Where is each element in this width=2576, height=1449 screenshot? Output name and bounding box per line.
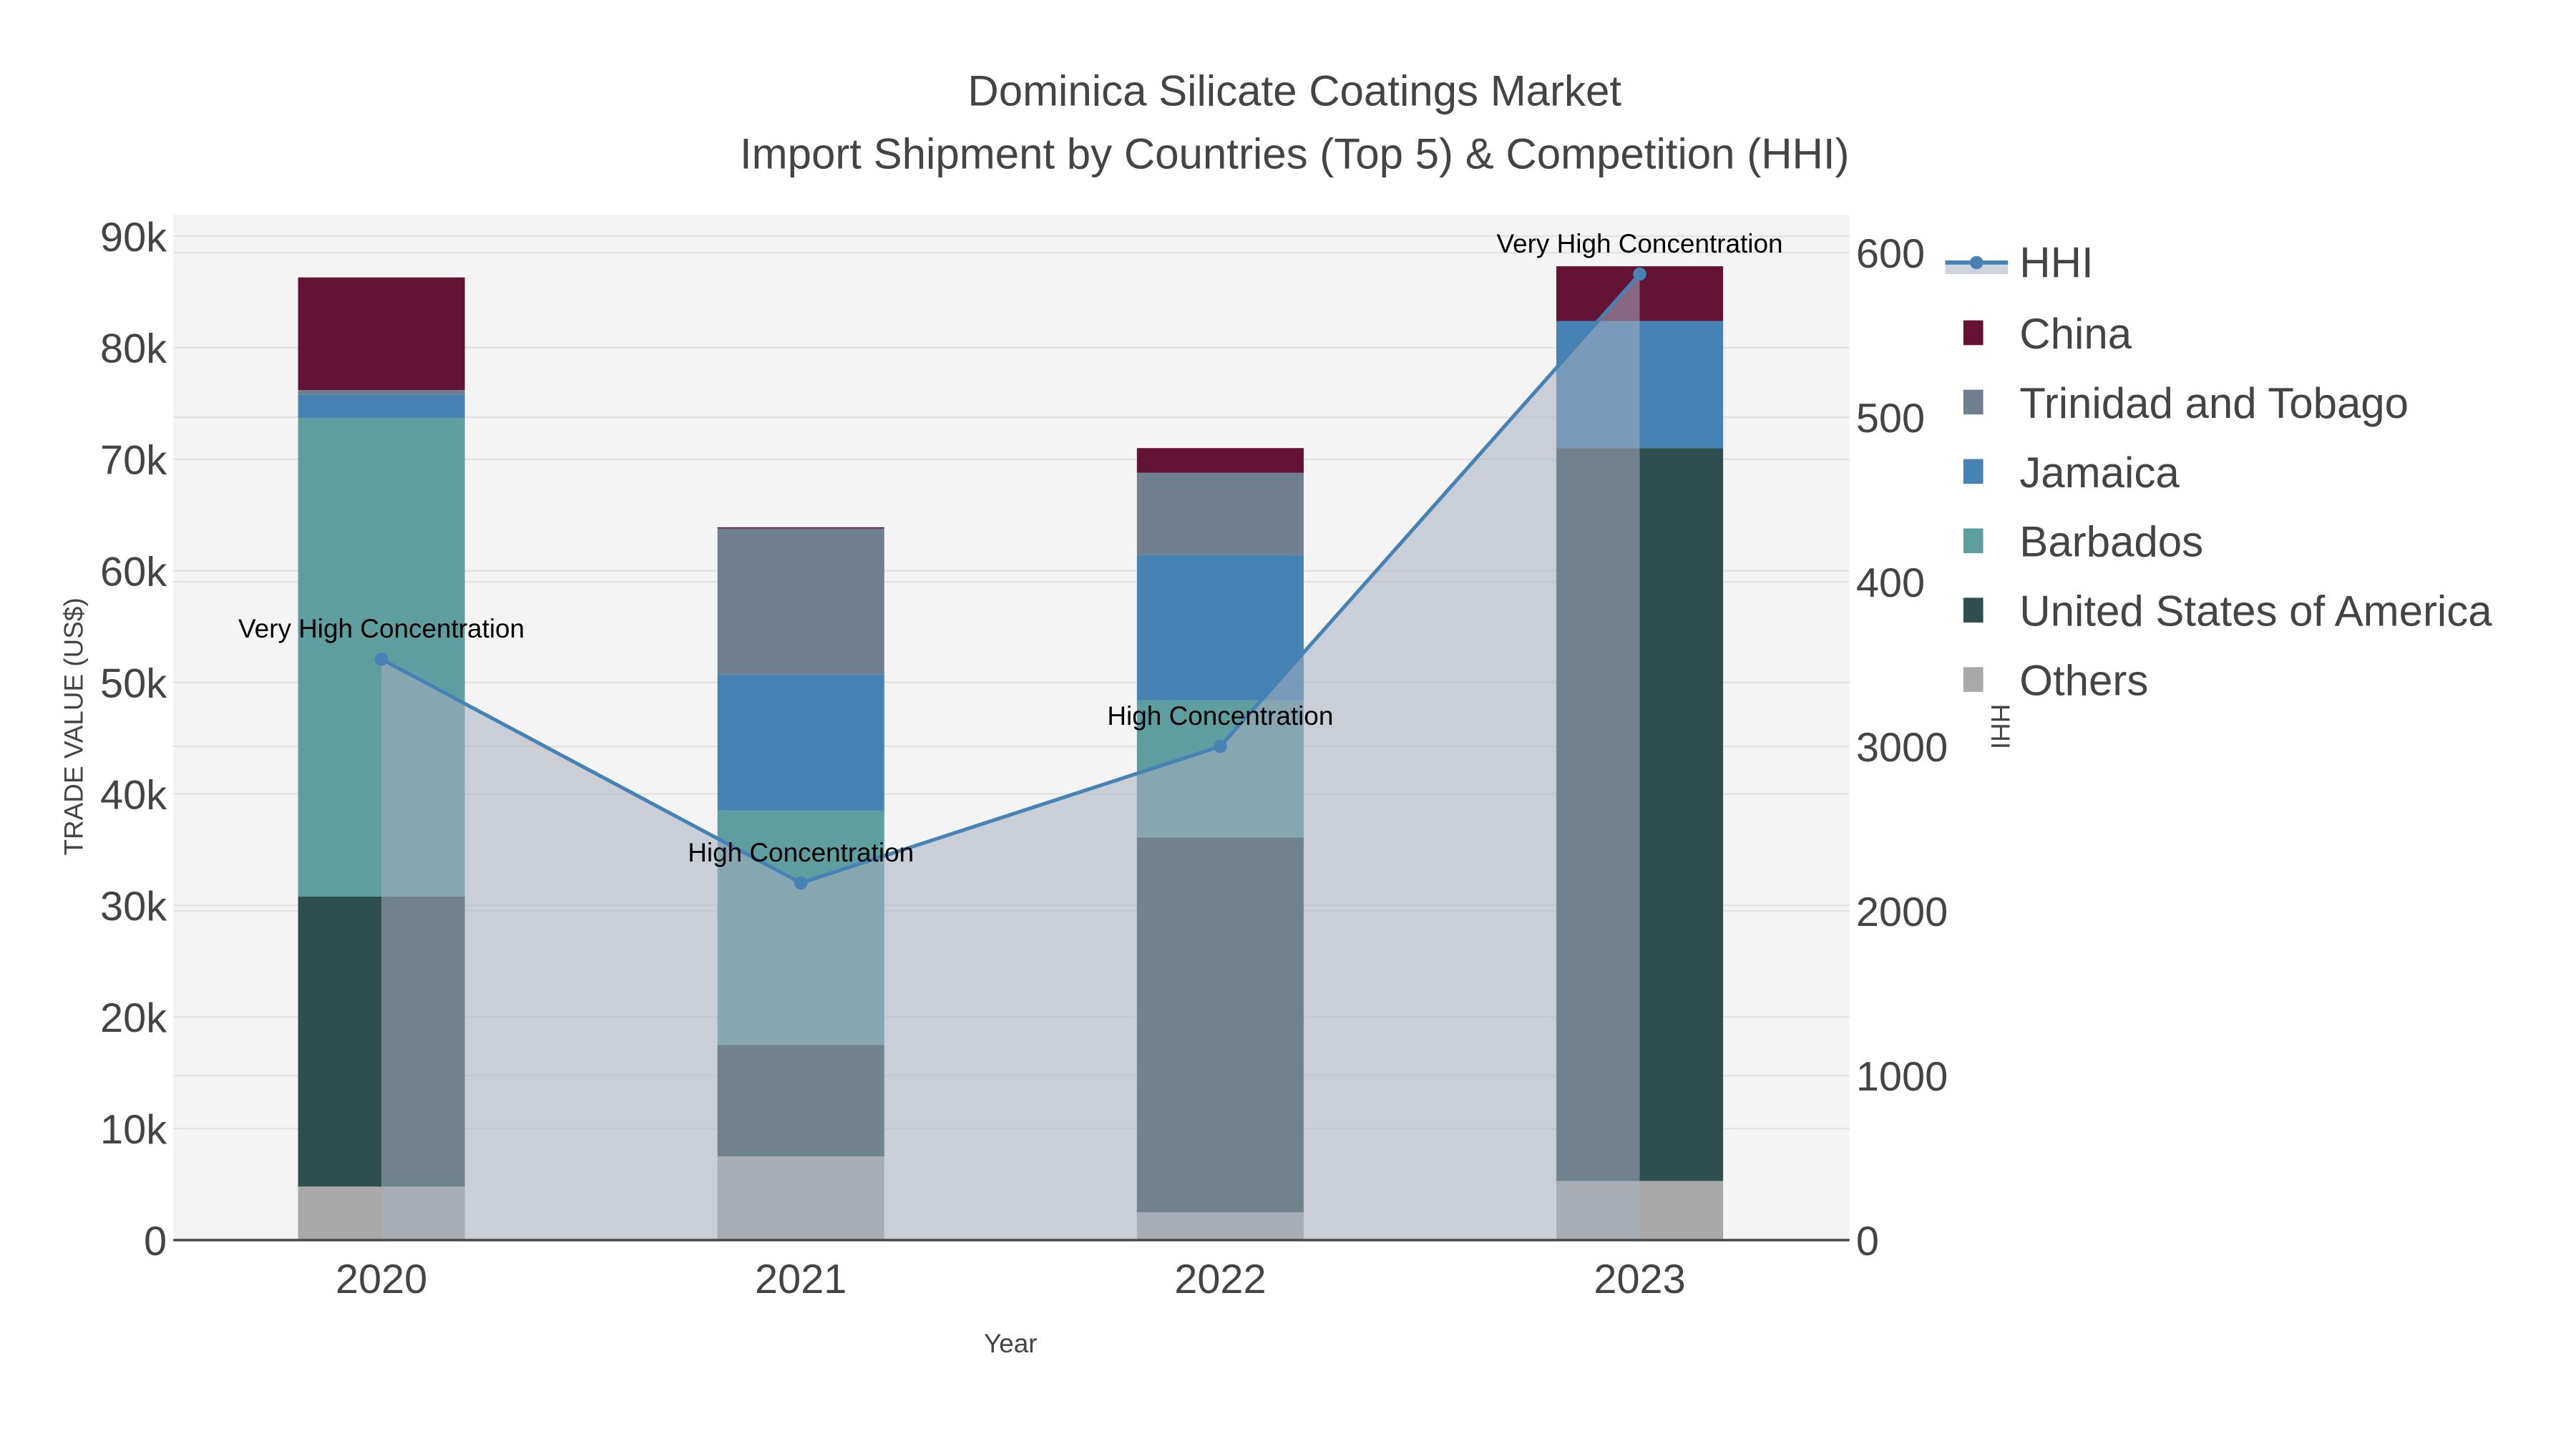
chart-title: Dominica Silicate Coatings Market [967,67,1621,115]
y-tick-label: 30k [100,884,167,930]
y-axis-ticks: 0 10k 20k 30k 40k 50k 60k 70k 80k 90k [100,215,167,1264]
legend-hhi-marker [1970,255,1984,270]
y2-tick-label: 3000 [1856,725,1948,771]
x-axis-ticks: 2020 2021 2022 2023 [336,1257,1686,1302]
y2-tick-label: 500 [1856,396,1925,441]
hhi-point [374,652,389,666]
hhi-annotation: Very High Concentration [238,614,525,643]
y-tick-label: 10k [100,1107,167,1153]
hhi-point [794,876,808,890]
chart-subtitle: Import Shipment by Countries (Top 5) & C… [740,130,1850,177]
bar-trinidad-and-tobago [717,528,884,675]
legend-label: Others [2019,657,2148,705]
x-tick-label: 2023 [1594,1257,1685,1302]
bar-china [1136,448,1304,473]
hhi-point [1214,739,1227,753]
legend-label: China [2019,310,2132,358]
bar-jamaica [717,674,884,811]
x-tick-label: 2022 [1174,1257,1266,1302]
bar-jamaica [298,394,465,419]
legend-swatch-jamaica [1963,459,1984,484]
legend-label: HHI [2019,239,2093,287]
y-tick-label: 50k [100,660,167,706]
legend-swatch-china [1963,320,1984,346]
y2-tick-label: 600 [1856,231,1925,277]
y-tick-label: 20k [100,995,167,1041]
legend-label: United States of America [2019,587,2492,635]
y-tick-label: 0 [144,1219,167,1264]
legend-label: Trinidad and Tobago [2019,379,2409,427]
hhi-annotation: High Concentration [1107,701,1333,731]
y2-axis-ticks: 0 1000 2000 3000 400 500 600 [1856,231,1948,1264]
hhi-annotation: Very High Concentration [1497,229,1783,258]
legend: HHI China Trinidad and Tobago Jamaica Barbad… [1945,239,2492,705]
y-tick-label: 40k [100,772,167,818]
x-axis-label: Year [984,1329,1038,1358]
legend-swatch-united-states-of-america [1963,597,1984,623]
legend-label: Jamaica [2019,449,2180,497]
chart: Dominica Silicate Coatings Market Import… [59,67,2492,1358]
legend-label: Barbados [2019,518,2203,566]
legend-swatch-others [1963,667,1984,692]
bar-trinidad-and-tobago [1136,472,1304,555]
bar-china [298,277,465,391]
x-tick-label: 2021 [755,1257,847,1302]
hhi-point [1633,267,1646,281]
legend-swatch-trinidad-and-tobago [1963,389,1984,415]
y-axis-label: TRADE VALUE (US$) [59,597,88,855]
bar-trinidad-and-tobago [298,390,465,395]
y-tick-label: 70k [100,438,167,484]
y2-axis-label: HHI [1986,704,2015,750]
hhi-annotation: High Concentration [688,838,914,867]
y-tick-label: 60k [100,549,167,595]
y2-tick-label: 1000 [1856,1054,1948,1100]
y-tick-label: 80k [100,326,167,372]
y2-tick-label: 2000 [1856,889,1948,935]
x-tick-label: 2020 [336,1257,427,1302]
y2-tick-label: 0 [1856,1219,1879,1264]
legend-swatch-barbados [1963,528,1984,554]
bar-china [717,527,884,529]
y2-tick-label: 400 [1856,560,1925,606]
y-tick-label: 90k [100,215,167,260]
